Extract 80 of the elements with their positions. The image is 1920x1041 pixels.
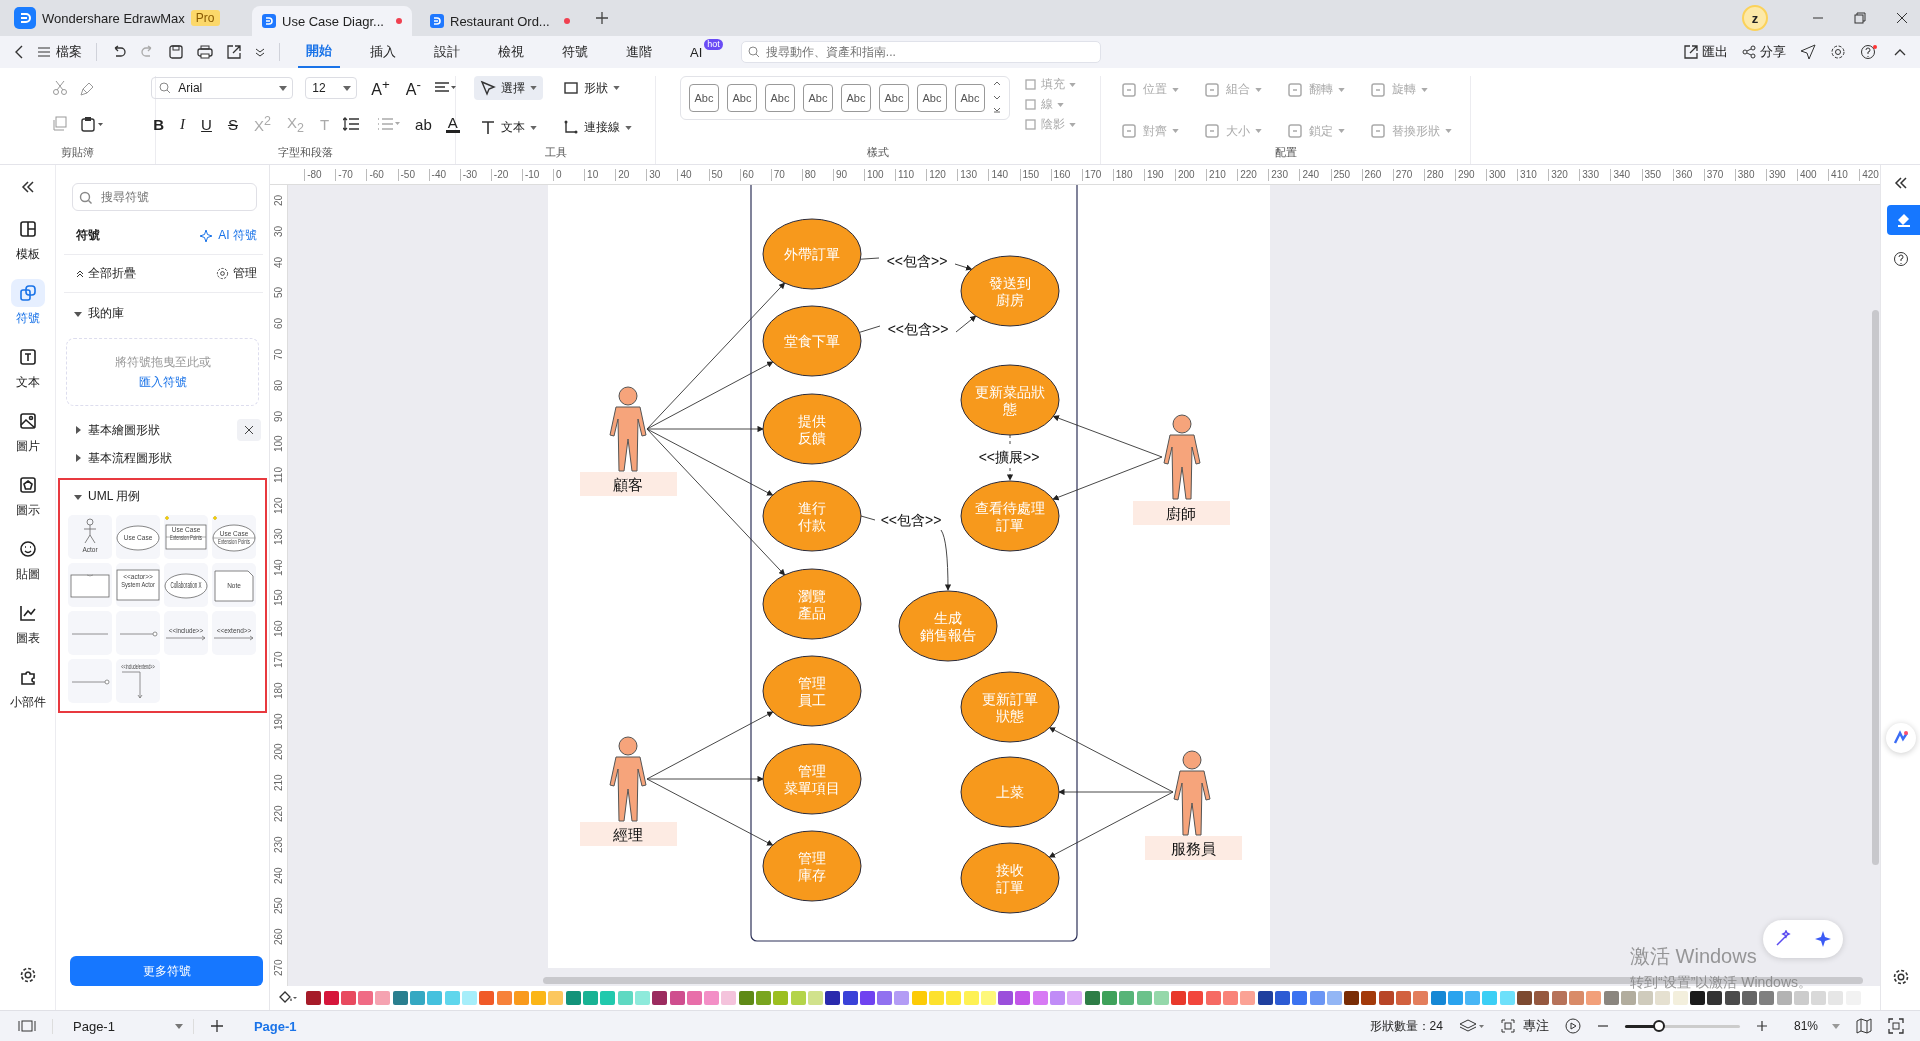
library-section-header[interactable]: 我的庫 bbox=[64, 301, 263, 326]
document-tab[interactable]: Restaurant Ord... bbox=[420, 6, 580, 36]
style-swatch[interactable]: Abc bbox=[727, 84, 757, 112]
ribbon-tab[interactable]: 符號 bbox=[554, 37, 596, 67]
sidebar-item[interactable]: 文本 bbox=[6, 339, 49, 397]
group-label: 剪貼簿 bbox=[61, 145, 94, 160]
file-menu[interactable]: 檔案 bbox=[56, 43, 82, 61]
relation-label: <<包含>> bbox=[886, 253, 948, 269]
relation-label: <<擴展>> bbox=[978, 449, 1040, 465]
symbol-search-field[interactable]: 搜尋符號 bbox=[72, 183, 257, 211]
sidebar-item[interactable]: 圖示 bbox=[6, 467, 49, 525]
decrease-font-button[interactable]: A$^{-}$ bbox=[403, 76, 423, 100]
ribbon-tab[interactable]: 進階 bbox=[618, 37, 660, 67]
text-format-button[interactable]: U bbox=[199, 115, 214, 133]
increase-font-button[interactable]: A$^{+}$ bbox=[369, 76, 392, 100]
text-format-button[interactable]: I bbox=[178, 115, 188, 133]
tool-button[interactable]: 選擇 bbox=[473, 76, 543, 100]
font-color-button[interactable]: A bbox=[445, 115, 460, 133]
activation-notice: 激活 Windows bbox=[1630, 944, 1757, 969]
app-name: Wondershare EdrawMax bbox=[42, 10, 185, 26]
text-case-button[interactable]: ab bbox=[413, 115, 434, 133]
collapse-all-button[interactable]: 全部折疊 bbox=[88, 265, 136, 282]
thumbnail-caption: Collaboration X bbox=[170, 579, 202, 591]
share-button[interactable]: 分享 bbox=[1760, 43, 1786, 61]
style-swatch[interactable]: Abc bbox=[803, 84, 833, 112]
style-swatch[interactable]: Abc bbox=[917, 84, 947, 112]
vertical-ruler: 20 30 40 50 60 70 80 90 100 110 120 130 140 150 160 170 180 190 200 210 220 230 240 250 260 270 bbox=[270, 185, 288, 986]
tool-button[interactable]: 連接線 bbox=[556, 115, 638, 140]
group-label: 樣式 bbox=[867, 145, 889, 160]
manage-button[interactable]: 管理 bbox=[233, 265, 257, 282]
hot-badge: hot bbox=[704, 38, 723, 50]
export-button[interactable]: 匯出 bbox=[1702, 43, 1728, 61]
shape-count: 形狀數量：24 bbox=[1369, 1017, 1443, 1035]
ribbon-tab[interactable]: 插入 bbox=[362, 37, 404, 67]
tool-button[interactable]: 文本 bbox=[473, 115, 543, 140]
search-field[interactable]: 搜尋動作、資產和指南... bbox=[740, 41, 1101, 63]
library-section-header[interactable]: UML 用例 bbox=[64, 484, 261, 509]
font-family-dropdown[interactable]: Arial bbox=[151, 77, 294, 99]
sidebar-item[interactable]: 小部件 bbox=[6, 659, 49, 717]
style-swatch[interactable]: Abc bbox=[689, 84, 719, 112]
pro-badge: Pro bbox=[190, 10, 220, 26]
focus-mode-button[interactable]: 專注 bbox=[1522, 1017, 1549, 1035]
page-dropdown[interactable]: Page-1 bbox=[52, 1018, 194, 1034]
horizontal-ruler: -80 -70 -60 -50 -40 -30 -20 -10 0 10 20 30 40 50 60 70 80 90 100 110 120 130 140 150 160 170 180 190 200 210 220 230 240 250 260 270 280 290 300 310 320 330 340 350 360 370 380 390 400 410 420 bbox=[288, 165, 1880, 184]
sidebar-item[interactable]: 圖表 bbox=[6, 595, 49, 653]
group-label: 工具 bbox=[544, 145, 567, 160]
sidebar-item[interactable]: 貼圖 bbox=[6, 531, 49, 589]
style-swatch[interactable]: Abc bbox=[879, 84, 909, 112]
panel-title: 符號 bbox=[76, 227, 100, 244]
group-label: 字型和段落 bbox=[278, 145, 333, 160]
actor-label[interactable]: 顧客 bbox=[580, 472, 677, 496]
style-swatch[interactable]: Abc bbox=[765, 84, 795, 112]
text-format-button[interactable]: B bbox=[151, 115, 167, 133]
import-symbols-link[interactable]: 匯入符號 bbox=[138, 373, 187, 391]
style-swatch[interactable]: Abc bbox=[955, 84, 985, 112]
relation-label: <<包含>> bbox=[887, 321, 949, 337]
actor-label[interactable]: 經理 bbox=[580, 822, 677, 846]
style-swatch[interactable]: Abc bbox=[841, 84, 871, 112]
ribbon-tab[interactable]: 設計 bbox=[426, 37, 468, 67]
sidebar-item[interactable]: 符號 bbox=[6, 275, 49, 333]
page-tab[interactable]: Page-1 bbox=[239, 1018, 311, 1034]
actor-label[interactable]: 服務員 bbox=[1145, 836, 1242, 860]
activation-notice: 转到“设置”以激活 Windows。 bbox=[1630, 974, 1812, 992]
tool-button[interactable]: 形狀 bbox=[556, 76, 638, 100]
shape-thumbnail[interactable]: Collaboration X bbox=[164, 563, 208, 607]
relation-label: <<包含>> bbox=[880, 512, 942, 528]
group-label: 配置 bbox=[1274, 145, 1297, 160]
library-section-header[interactable]: 基本繪圖形狀 bbox=[64, 417, 160, 443]
ai-symbol-button[interactable]: AI 符號 bbox=[218, 227, 257, 244]
library-section-header[interactable]: 基本流程圖形狀 bbox=[64, 445, 172, 471]
drop-hint: 將符號拖曳至此或 bbox=[114, 353, 211, 371]
user-avatar[interactable]: z bbox=[1742, 5, 1768, 31]
document-tab[interactable]: Use Case Diagr... bbox=[252, 6, 412, 36]
text-format-button[interactable]: S bbox=[225, 115, 240, 133]
actor-label[interactable]: 廚師 bbox=[1133, 501, 1230, 525]
zoom-level-dropdown[interactable]: 81% bbox=[1793, 1019, 1840, 1033]
ribbon-tab[interactable]: 檢視 bbox=[490, 37, 532, 67]
sidebar-item[interactable]: 圖片 bbox=[6, 403, 49, 461]
sidebar-item[interactable]: 模板 bbox=[6, 211, 49, 269]
more-symbols-button[interactable]: 更多符號 bbox=[70, 956, 263, 986]
